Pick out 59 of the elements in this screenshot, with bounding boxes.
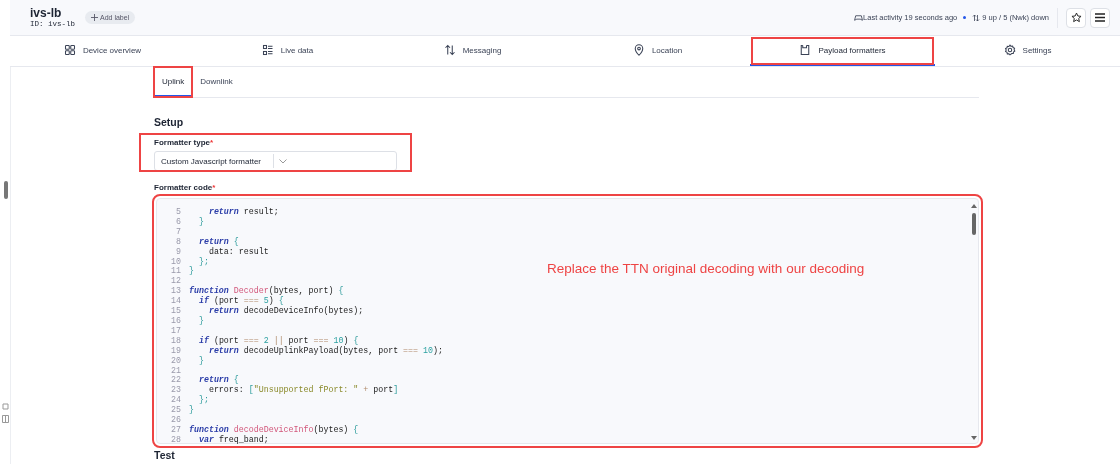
code-line: 13 function Decoder(bytes, port) { <box>170 286 344 296</box>
map-pin-icon <box>632 44 645 56</box>
scroll-down-icon[interactable] <box>971 436 977 440</box>
code-line: 11 } <box>170 266 194 277</box>
code-line: 5 return result; <box>175 207 279 217</box>
code-line: 8 return { <box>175 236 239 247</box>
code-line: 17 <box>170 325 182 336</box>
code-line: 7 <box>175 226 182 237</box>
star-button[interactable] <box>1066 7 1086 28</box>
chevron-down-icon <box>279 158 287 164</box>
grid-icon <box>63 44 76 56</box>
star-icon <box>1070 12 1082 23</box>
activity-dot-icon <box>963 16 967 19</box>
code-line: 21 <box>170 365 182 376</box>
code-line: 10 }; <box>170 256 209 266</box>
section-heading: Test <box>154 449 176 461</box>
sub-tab[interactable]: Uplink <box>154 67 193 97</box>
nav-tab[interactable]: Location <box>565 36 750 66</box>
nav-tab[interactable]: Live data <box>195 36 380 66</box>
expand-icon[interactable] <box>2 403 9 410</box>
code-line: 23 errors: ["Unsupported fPort: " + port] <box>170 385 399 395</box>
code-line: 22 return { <box>170 375 239 386</box>
menu-button[interactable] <box>1090 7 1110 28</box>
settings-icon <box>1003 44 1016 56</box>
code-line: 27 function decodeDeviceInfo(bytes) { <box>170 424 359 435</box>
nav-tab[interactable]: Payload formatters <box>750 36 935 66</box>
annotation-text: Replace the TTN original decoding with our decoding <box>547 261 865 276</box>
code-line: 24 }; <box>170 395 209 405</box>
code-line: 15 return decodeDeviceInfo(bytes); <box>170 306 364 316</box>
code-line: 26 <box>170 415 182 425</box>
clipboard-icon <box>799 44 812 56</box>
plus-icon <box>91 14 98 21</box>
code-line: 16 } <box>170 315 204 326</box>
code-line: 12 <box>170 276 182 287</box>
nav-tab[interactable]: Device overview <box>10 36 195 66</box>
list-icon <box>261 44 274 56</box>
code-line: 9 data: result <box>175 246 269 257</box>
code-line: 14 if (port === 5) { <box>170 296 284 306</box>
field-label: Formatter code* <box>154 183 217 192</box>
code-line: 19 return decodeUplinkPayload(bytes, port === 10); <box>170 345 443 356</box>
code-line: 6 } <box>175 216 204 227</box>
field-label: Formatter type* <box>154 138 215 147</box>
section-heading: Setup <box>154 116 185 128</box>
nav-tab[interactable]: Settings <box>935 36 1120 66</box>
up-down-arrows-icon <box>443 44 456 56</box>
scrollbar-thumb[interactable] <box>972 213 976 235</box>
nav-tab[interactable]: Messaging <box>380 36 565 66</box>
code-line: 25 } <box>170 405 194 416</box>
panel-icon[interactable] <box>2 415 9 423</box>
scrollbar-thumb[interactable] <box>4 181 8 199</box>
formatter-type-dropdown[interactable]: Custom Javascript formatter <box>154 151 397 171</box>
code-line: 28 var freq_band; <box>170 434 269 445</box>
scroll-up-icon[interactable] <box>971 204 977 208</box>
sub-tab[interactable]: Downlink <box>192 67 241 97</box>
menu-icon <box>1095 13 1105 22</box>
code-line: 18 if (port === 2 || port === 10) { <box>170 335 359 346</box>
up-down-arrows-icon <box>972 13 981 22</box>
code-line: 20 } <box>170 355 204 366</box>
device-name: ivs-lb <box>30 7 63 20</box>
